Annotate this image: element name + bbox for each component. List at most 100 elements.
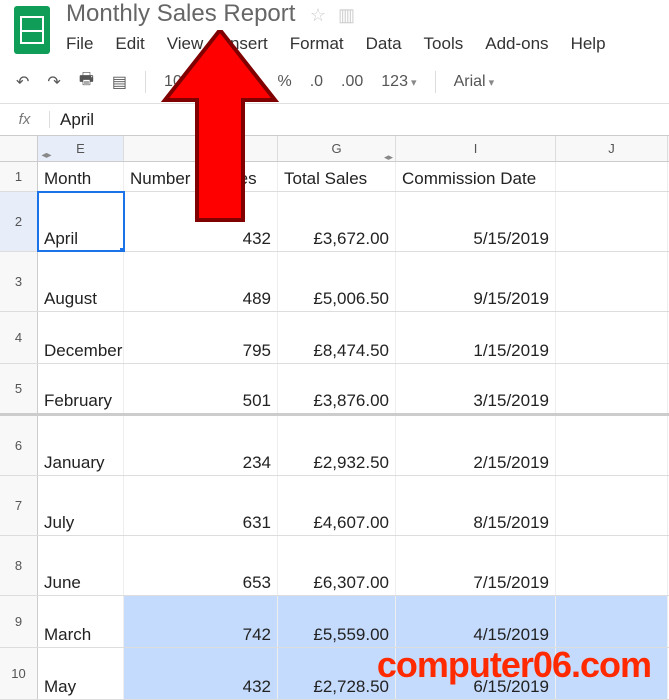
formula-bar: fx April — [0, 104, 669, 136]
rowheader-3[interactable]: 3 — [0, 252, 38, 311]
cell[interactable]: 3/15/2019 — [396, 364, 556, 413]
format-percent-button[interactable]: % — [277, 73, 291, 91]
active-cell[interactable]: April — [38, 192, 124, 251]
cell[interactable]: 2/15/2019 — [396, 416, 556, 475]
menu-edit[interactable]: Edit — [115, 34, 144, 54]
toolbar: ↶ ↷ 🖶 ▤ 100% $ % .0 .00 123 Arial — [0, 60, 669, 104]
increase-decimal-button[interactable]: .00 — [341, 73, 363, 91]
cell[interactable] — [556, 364, 668, 413]
zoom-select[interactable]: 100% — [164, 73, 214, 91]
colheader-g[interactable]: G◂▸ — [278, 136, 396, 161]
cell[interactable]: 795 — [124, 312, 278, 363]
cell[interactable]: 432 — [124, 192, 278, 251]
formula-input[interactable]: April — [50, 110, 94, 130]
cell[interactable]: Commission Date — [396, 162, 556, 191]
table-row: 4 December 795 £8,474.50 1/15/2019 — [0, 312, 669, 364]
rowheader-9[interactable]: 9 — [0, 596, 38, 647]
document-title[interactable]: Monthly Sales Report — [66, 0, 295, 29]
cell[interactable]: £2,932.50 — [278, 416, 396, 475]
font-select[interactable]: Arial — [454, 73, 495, 91]
select-all-corner[interactable] — [0, 136, 38, 161]
cell[interactable] — [556, 252, 668, 311]
undo-icon[interactable]: ↶ — [16, 72, 29, 92]
cell[interactable]: £5,006.50 — [278, 252, 396, 311]
rowheader-2[interactable]: 2 — [0, 192, 38, 251]
cell[interactable] — [556, 192, 668, 251]
title-area: Monthly Sales Report ☆ ▥ File Edit View … — [66, 0, 606, 60]
cell[interactable]: 631 — [124, 476, 278, 535]
cell[interactable]: February — [38, 364, 124, 413]
cell[interactable]: 742 — [124, 596, 278, 647]
menu-file[interactable]: File — [66, 34, 93, 54]
colheader-j[interactable]: J — [556, 136, 668, 161]
more-formats-button[interactable]: 123 — [381, 73, 416, 91]
rowheader-4[interactable]: 4 — [0, 312, 38, 363]
cell[interactable]: Month — [38, 162, 124, 191]
menu-tools[interactable]: Tools — [424, 34, 464, 54]
cell[interactable]: £6,307.00 — [278, 536, 396, 595]
rowheader-8[interactable]: 8 — [0, 536, 38, 595]
fx-label: fx — [0, 111, 50, 128]
cell[interactable]: 5/15/2019 — [396, 192, 556, 251]
cell[interactable]: 489 — [124, 252, 278, 311]
decrease-decimal-button[interactable]: .0 — [310, 73, 323, 91]
cell[interactable]: £3,876.00 — [278, 364, 396, 413]
cell[interactable]: £8,474.50 — [278, 312, 396, 363]
redo-icon[interactable]: ↷ — [47, 72, 60, 92]
cell[interactable]: 653 — [124, 536, 278, 595]
rowheader-5[interactable]: 5 — [0, 364, 38, 413]
colheader-i[interactable]: I — [396, 136, 556, 161]
menu-format[interactable]: Format — [290, 34, 344, 54]
cell[interactable]: 4/15/2019 — [396, 596, 556, 647]
menu-data[interactable]: Data — [366, 34, 402, 54]
cell[interactable]: Total Sales — [278, 162, 396, 191]
spreadsheet-grid: ◂▸E F G◂▸ I J 1 Month Number of Sales To… — [0, 136, 669, 700]
cell[interactable]: Number of Sales — [124, 162, 278, 191]
cell[interactable]: May — [38, 648, 124, 699]
table-row: 8 June 653 £6,307.00 7/15/2019 — [0, 536, 669, 596]
cell[interactable]: £3,672.00 — [278, 192, 396, 251]
cell[interactable]: 8/15/2019 — [396, 476, 556, 535]
menu-help[interactable]: Help — [571, 34, 606, 54]
cell[interactable]: March — [38, 596, 124, 647]
cell[interactable]: £5,559.00 — [278, 596, 396, 647]
table-row: 7 July 631 £4,607.00 8/15/2019 — [0, 476, 669, 536]
format-currency-button[interactable]: $ — [251, 73, 260, 91]
colheader-f[interactable]: F — [124, 136, 278, 161]
cell[interactable]: July — [38, 476, 124, 535]
cell[interactable] — [556, 416, 668, 475]
folder-icon[interactable]: ▥ — [338, 5, 355, 26]
rowheader-7[interactable]: 7 — [0, 476, 38, 535]
cell[interactable]: 1/15/2019 — [396, 312, 556, 363]
cell[interactable]: 432 — [124, 648, 278, 699]
colheader-e[interactable]: ◂▸E — [38, 136, 124, 161]
print-icon[interactable]: 🖶 — [79, 68, 94, 95]
menu-view[interactable]: View — [167, 34, 204, 54]
cell[interactable]: June — [38, 536, 124, 595]
cell[interactable] — [556, 312, 668, 363]
cell[interactable]: 234 — [124, 416, 278, 475]
cell[interactable]: 501 — [124, 364, 278, 413]
cell[interactable]: £4,607.00 — [278, 476, 396, 535]
star-icon[interactable]: ☆ — [310, 5, 326, 26]
menu-insert[interactable]: Insert — [225, 34, 268, 54]
header: Monthly Sales Report ☆ ▥ File Edit View … — [0, 0, 669, 60]
separator — [145, 71, 146, 93]
cell[interactable]: January — [38, 416, 124, 475]
table-header-row: 1 Month Number of Sales Total Sales Comm… — [0, 162, 669, 192]
table-row: 2 April 432 £3,672.00 5/15/2019 — [0, 192, 669, 252]
rowheader-6[interactable]: 6 — [0, 416, 38, 475]
cell[interactable] — [556, 476, 668, 535]
paint-format-icon[interactable]: ▤ — [112, 72, 127, 92]
cell[interactable]: 7/15/2019 — [396, 536, 556, 595]
cell[interactable] — [556, 162, 668, 191]
cell[interactable] — [556, 596, 668, 647]
rowheader-1[interactable]: 1 — [0, 162, 38, 191]
cell[interactable] — [556, 536, 668, 595]
cell[interactable]: December — [38, 312, 124, 363]
rowheader-10[interactable]: 10 — [0, 648, 38, 699]
cell[interactable]: 9/15/2019 — [396, 252, 556, 311]
menu-addons[interactable]: Add-ons — [485, 34, 548, 54]
table-row: 3 August 489 £5,006.50 9/15/2019 — [0, 252, 669, 312]
cell[interactable]: August — [38, 252, 124, 311]
